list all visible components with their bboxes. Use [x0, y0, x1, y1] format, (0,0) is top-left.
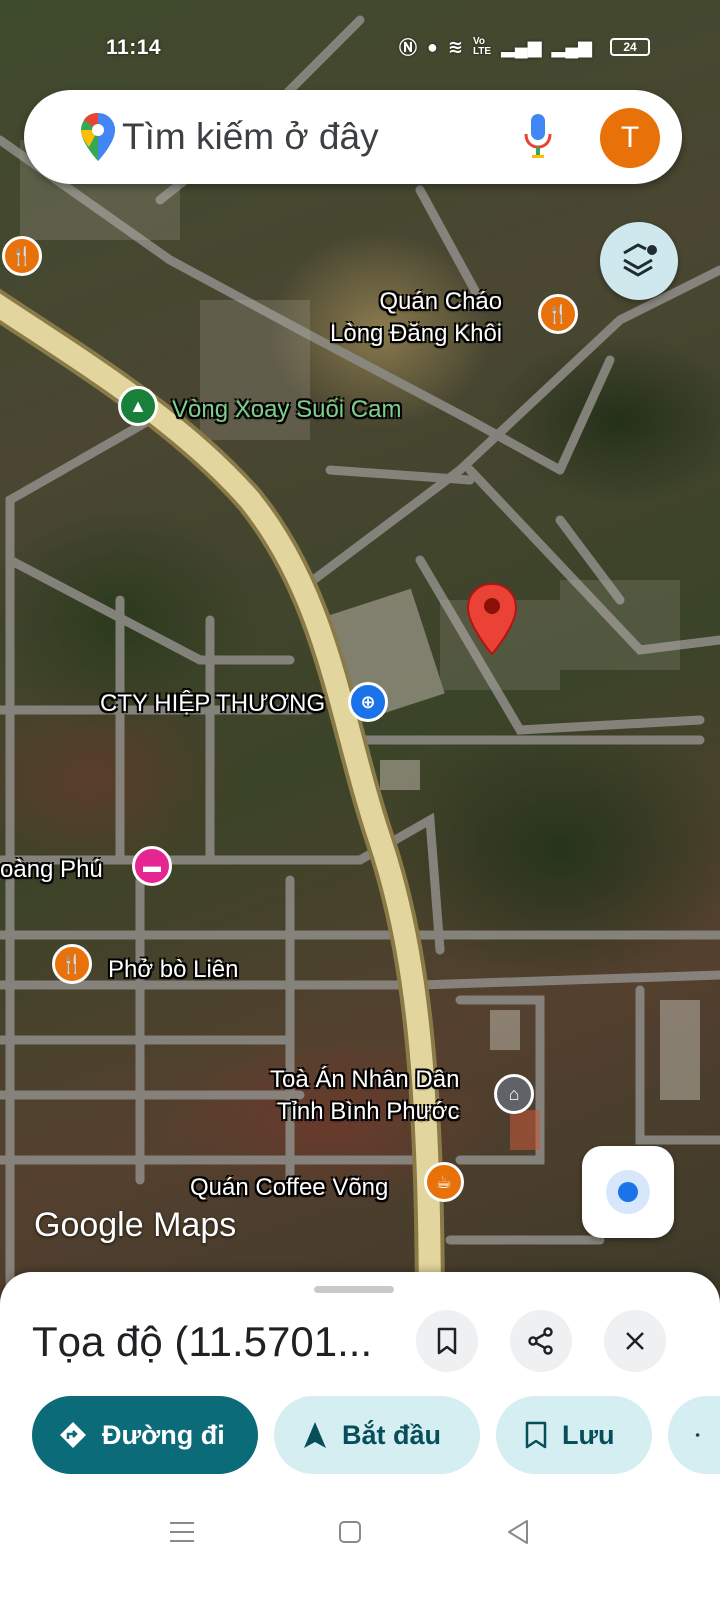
- start-label: Bắt đầu: [342, 1419, 442, 1450]
- shopping-icon[interactable]: ⊕: [348, 682, 388, 722]
- share-button[interactable]: [510, 1310, 572, 1372]
- start-navigation-button[interactable]: Bắt đầu: [274, 1396, 480, 1474]
- google-maps-logo: Google Maps: [34, 1206, 237, 1244]
- poi-label-toa-an[interactable]: Toà Án Nhân Dân Tỉnh Bình Phước: [270, 1064, 459, 1128]
- poi-label-vong-xoay[interactable]: Vòng Xoay Suối Cam: [172, 394, 401, 426]
- search-bar[interactable]: Tìm kiếm ở đây T: [24, 90, 682, 184]
- restaurant-icon[interactable]: 🍴: [52, 944, 92, 984]
- my-location-button[interactable]: [582, 1146, 674, 1238]
- poi-label-cty-hiep-thuong[interactable]: CTY HIỆP THƯƠNG: [100, 688, 325, 720]
- home-icon[interactable]: [330, 1512, 370, 1552]
- close-icon: [626, 1332, 644, 1350]
- hotel-icon[interactable]: ▬: [132, 846, 172, 886]
- close-button[interactable]: [604, 1310, 666, 1372]
- battery-indicator: 24: [610, 38, 650, 56]
- navigation-arrow-icon: [304, 1422, 326, 1448]
- park-icon[interactable]: ▲: [118, 386, 158, 426]
- sheet-drag-handle[interactable]: [314, 1286, 394, 1293]
- account-avatar[interactable]: T: [600, 108, 660, 168]
- directions-label: Đường đi: [102, 1419, 225, 1450]
- bookmark-icon: [437, 1327, 457, 1355]
- more-actions-chip[interactable]: [668, 1396, 720, 1474]
- save-button[interactable]: Lưu: [496, 1396, 652, 1474]
- signal-icon: ▂▄▆: [551, 36, 592, 57]
- restaurant-icon[interactable]: 🍴: [538, 294, 578, 334]
- poi-label-hoang-phu[interactable]: oàng Phú: [0, 854, 103, 886]
- layers-icon: [623, 243, 657, 277]
- poi-label-quan-coffee[interactable]: Quán Coffee Võng: [190, 1172, 388, 1204]
- microphone-icon[interactable]: [524, 112, 552, 160]
- back-icon[interactable]: [498, 1512, 538, 1552]
- dropped-pin-icon[interactable]: [466, 582, 518, 658]
- my-location-icon: [618, 1182, 638, 1202]
- volte-icon: Vo LTE: [472, 36, 492, 57]
- directions-button[interactable]: Đường đi: [32, 1396, 258, 1474]
- search-input[interactable]: Tìm kiếm ở đây: [122, 116, 379, 158]
- save-label: Lưu: [562, 1419, 615, 1450]
- cafe-icon[interactable]: ☕: [424, 1162, 464, 1202]
- bookmark-icon: [525, 1421, 547, 1449]
- directions-icon: [60, 1422, 86, 1448]
- poi-label-quan-chao[interactable]: Quán Cháo Lòng Đăng Khôi: [330, 286, 502, 350]
- share-icon: [528, 1327, 553, 1355]
- restaurant-icon[interactable]: 🍴: [2, 236, 42, 276]
- status-time: 11:14: [106, 36, 162, 59]
- map-roads: [0, 15, 720, 1330]
- system-navigation-bar: [0, 1486, 720, 1600]
- google-maps-pin-icon: [81, 113, 115, 161]
- bookmark-button[interactable]: [416, 1310, 478, 1372]
- location-icon: ●: [426, 36, 438, 57]
- nfc-icon: Ⓝ: [398, 38, 417, 58]
- layers-button[interactable]: [600, 222, 678, 300]
- status-icons: Ⓝ ● ≋ Vo LTE ▂▄▆ ▂▄▆: [399, 34, 592, 60]
- wifi-icon: ≋: [447, 36, 463, 57]
- satellite-map[interactable]: 🍴 🍴 Quán Cháo Lòng Đăng Khôi ▲ Vòng Xoay…: [0, 0, 720, 1330]
- poi-label-pho-bo[interactable]: Phở bò Liên: [108, 954, 239, 986]
- signal-icon: ▂▄▆: [501, 36, 542, 57]
- courthouse-icon[interactable]: ⌂: [494, 1074, 534, 1114]
- coordinates-title: Tọa độ (11.5701...: [32, 1318, 373, 1365]
- share-icon: [695, 1433, 700, 1437]
- menu-icon[interactable]: [162, 1512, 202, 1552]
